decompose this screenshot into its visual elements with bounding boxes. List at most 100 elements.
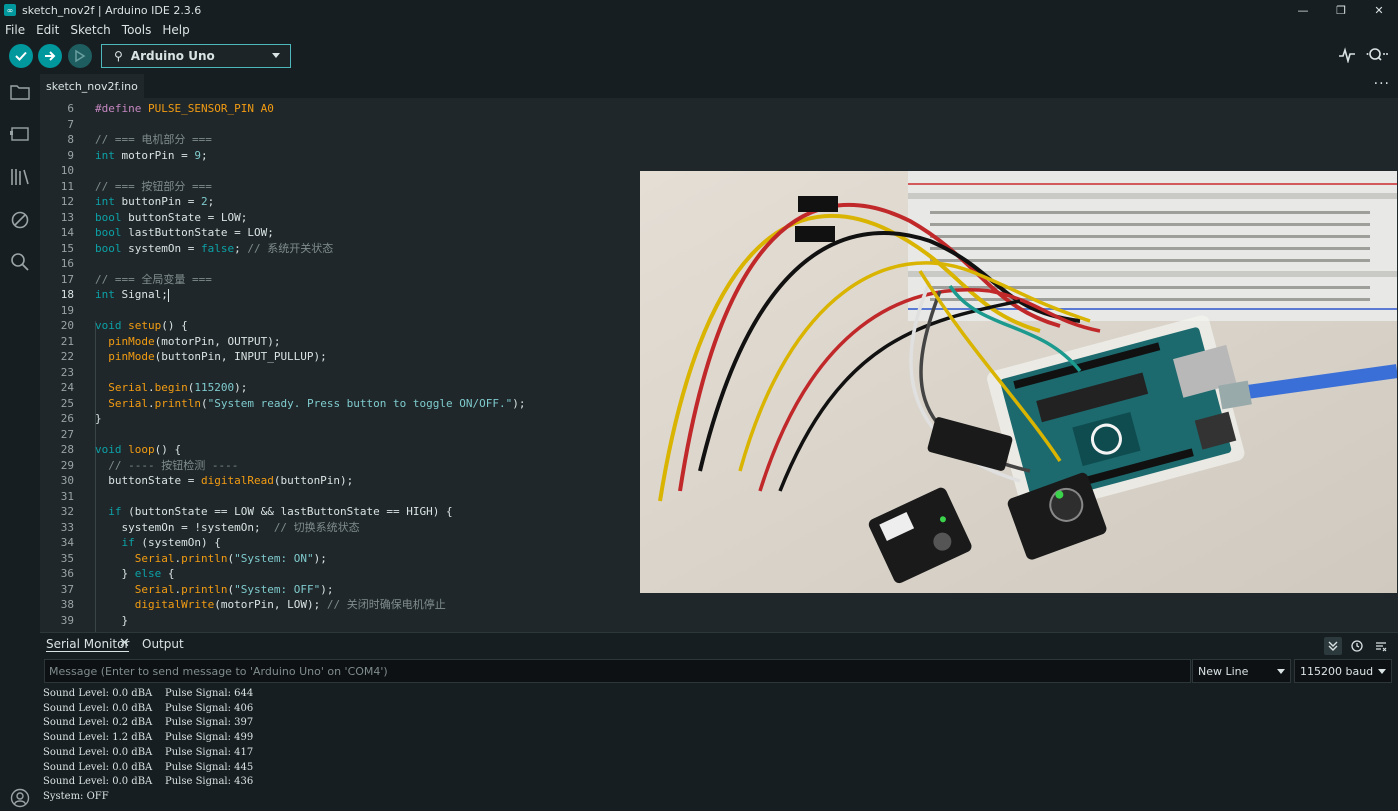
line-ending-value: New Line [1198,664,1249,678]
serial-output-line: Sound Level: 0.0 dBA Pulse Signal: 445 [43,761,254,773]
code-text: void setup() { [95,319,188,332]
line-number: 20 [60,319,74,332]
line-number: 16 [60,257,74,270]
code-text: void loop() { [95,443,182,456]
debug-panel-icon[interactable] [9,209,31,231]
arduino-hardware-photo [640,171,1397,593]
serial-output-line: Sound Level: 0.0 dBA Pulse Signal: 644 [43,688,254,699]
code-line[interactable]: 9 int motorPin = 9; [40,148,1398,164]
serial-output-line: System: OFF [43,790,109,802]
line-number: 31 [60,489,74,503]
more-actions-button[interactable]: ··· [1374,76,1390,92]
serial-output-line: Sound Level: 0.0 dBA Pulse Signal: 436 [43,776,254,788]
code-text: bool lastButtonState = LOW; [95,226,274,239]
code-text: // === 电机部分 === [95,133,212,146]
line-number: 15 [60,241,74,255]
bottom-panel-header: Serial Monitor ✕ Output [40,632,1398,659]
code-line[interactable]: 39 } [40,613,1398,629]
code-line[interactable]: 38 digitalWrite(motorPin, LOW); // 关闭时确保… [40,597,1398,613]
serial-output: Sound Level: 0.0 dBA Pulse Signal: 644 So… [40,683,1398,811]
code-text: int motorPin = 9; [95,148,208,162]
minimize-button[interactable]: — [1284,0,1322,20]
tab-serial-monitor[interactable]: Serial Monitor [46,637,130,652]
editor-tab-bar: sketch_nov2f.ino ··· [40,74,1398,98]
line-number: 32 [60,505,74,518]
line-number: 25 [60,396,74,410]
tab-output[interactable]: Output [142,637,184,651]
line-number: 21 [60,334,74,348]
serial-plotter-button[interactable] [1338,47,1356,67]
code-text: if (buttonState == LOW && lastButtonStat… [108,505,453,518]
close-icon[interactable]: ✕ [119,636,130,651]
code-text: Serial.println("System: OFF"); [134,582,334,596]
toolbar: ⚲ Arduino Uno [0,39,1398,74]
upload-button[interactable] [38,44,62,68]
line-number: 19 [60,303,74,317]
line-number: 33 [60,520,74,534]
line-number: 18 [60,288,74,301]
menu-tools[interactable]: Tools [117,23,158,37]
chevron-down-icon [1277,669,1285,674]
line-number: 34 [60,536,74,549]
line-number: 36 [60,567,74,580]
code-text: bool buttonState = LOW; [95,210,248,224]
serial-message-input[interactable] [44,659,1191,683]
sketchbook-icon[interactable] [9,81,31,103]
line-number: 7 [67,117,74,131]
serial-output-line: Sound Level: 0.0 dBA Pulse Signal: 406 [43,702,254,714]
menu-edit[interactable]: Edit [31,23,65,37]
code-text: systemOn = !systemOn; // 切换系统状态 [95,520,360,534]
baud-rate-select[interactable]: 115200 baud [1294,659,1392,683]
close-window-button[interactable]: ✕ [1360,0,1398,20]
verify-button[interactable] [9,44,33,68]
pulse-icon [1339,47,1355,64]
timestamp-toggle[interactable] [1348,637,1366,655]
chevron-down-icon [272,53,280,58]
line-number: 30 [60,474,74,487]
arduino-logo-icon: ∞ [4,4,16,16]
activity-bar [0,74,40,811]
panel-actions [1324,637,1390,655]
line-number: 13 [60,210,74,224]
code-line[interactable]: 8 // === 电机部分 === [40,132,1398,148]
baud-rate-value: 115200 baud [1300,664,1374,678]
usb-icon: ⚲ [114,49,123,63]
code-text: // === 全局变量 === [95,272,212,286]
code-text: int buttonPin = 2; [95,195,215,208]
code-line[interactable]: 7 [40,117,1398,133]
line-number: 8 [67,133,74,146]
menu-help[interactable]: Help [157,23,195,37]
menu-file[interactable]: File [0,23,31,37]
check-icon [15,51,27,61]
line-number: 37 [60,582,74,596]
line-number: 26 [60,412,74,425]
line-ending-select[interactable]: New Line [1192,659,1291,683]
serial-monitor-button[interactable] [1366,47,1388,67]
code-text: int Signal; [95,288,169,302]
code-text: bool systemOn = false; // 系统开关状态 [95,241,334,255]
menu-sketch[interactable]: Sketch [65,23,116,37]
autoscroll-toggle[interactable] [1324,637,1342,655]
board-selector[interactable]: ⚲ Arduino Uno [101,44,291,68]
library-manager-icon[interactable] [9,166,31,188]
magnifier-dots-icon [1366,48,1388,61]
line-number: 17 [60,272,74,286]
maximize-button[interactable]: ❐ [1322,0,1360,20]
code-text: } else { [95,567,175,580]
board-name: Arduino Uno [130,49,215,63]
code-text: digitalWrite(motorPin, LOW); // 关闭时确保电机停… [134,598,446,611]
line-number: 9 [67,148,74,162]
code-text: Serial.begin(115200); [108,381,248,394]
search-icon[interactable] [9,251,31,273]
clear-output-button[interactable] [1372,637,1390,655]
boards-manager-icon[interactable] [9,123,31,145]
tab-sketch-file[interactable]: sketch_nov2f.ino [40,74,144,98]
line-number: 35 [60,551,74,565]
code-line[interactable]: 6 #define PULSE_SENSOR_PIN A0 [40,101,1398,117]
line-number: 23 [60,365,74,379]
code-text: buttonState = digitalRead(buttonPin); [95,474,354,487]
account-icon[interactable] [9,787,31,809]
debug-button[interactable] [68,44,92,68]
line-number: 38 [60,598,74,611]
serial-output-line: Sound Level: 0.2 dBA Pulse Signal: 397 [43,717,254,729]
